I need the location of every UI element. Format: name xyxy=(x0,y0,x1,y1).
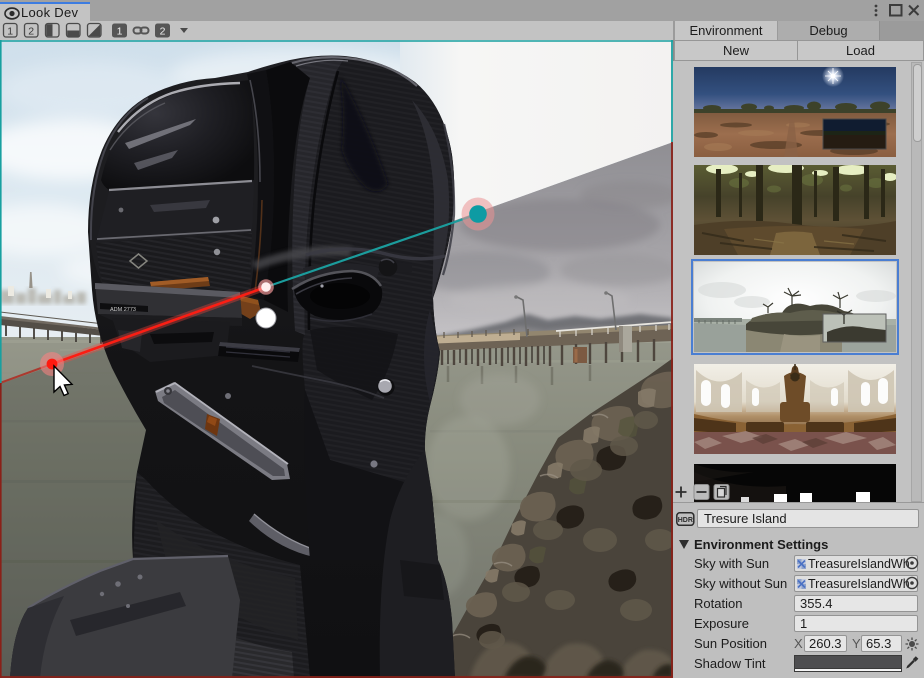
svg-text:1: 1 xyxy=(7,26,13,38)
svg-text:ADM 2773: ADM 2773 xyxy=(110,307,136,313)
svg-text:2: 2 xyxy=(160,26,166,38)
svg-text:1: 1 xyxy=(117,26,123,38)
svg-text:HDR: HDR xyxy=(678,517,693,524)
svg-text:2: 2 xyxy=(28,26,34,38)
